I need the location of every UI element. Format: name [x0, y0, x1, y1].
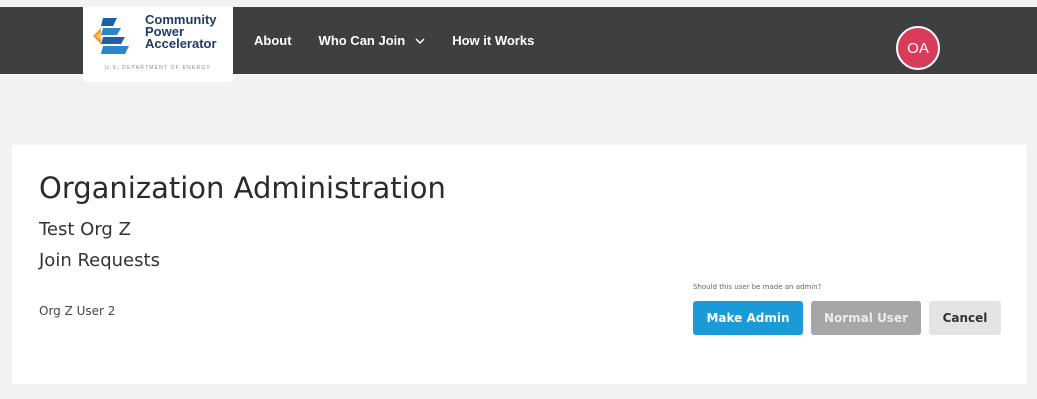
nav-who-can-join[interactable]: Who Can Join [319, 33, 426, 48]
join-requests-heading: Join Requests [39, 250, 160, 271]
top-navigation-bar: Community Power Accelerator U.S. DEPARTM… [0, 7, 1037, 82]
logo-line-3: Accelerator [145, 36, 217, 51]
make-admin-button[interactable]: Make Admin [693, 301, 803, 335]
admin-prompt: Should this user be made an admin? [693, 283, 822, 291]
main-nav: About Who Can Join How it Works [254, 33, 561, 48]
org-name: Test Org Z [39, 219, 131, 240]
logo-subtitle: U.S. DEPARTMENT OF ENERGY [105, 65, 211, 71]
logo-wordmark: Community Power Accelerator [145, 13, 217, 51]
page-title: Organization Administration [39, 171, 446, 205]
request-actions: Make Admin Normal User Cancel [693, 301, 1001, 335]
avatar-initials: OA [907, 39, 929, 57]
site-logo[interactable]: Community Power Accelerator U.S. DEPARTM… [83, 7, 233, 82]
nav-how-it-works-label: How it Works [452, 33, 535, 48]
nav-who-can-join-label: Who Can Join [318, 33, 406, 48]
nav-how-it-works[interactable]: How it Works [452, 33, 534, 48]
cancel-button[interactable]: Cancel [929, 301, 1001, 335]
org-admin-panel: Organization Administration Test Org Z J… [12, 145, 1027, 384]
request-user-name: Org Z User 2 [39, 304, 116, 318]
user-avatar[interactable]: OA [896, 26, 940, 70]
community-power-logo-icon [93, 18, 129, 54]
normal-user-button[interactable]: Normal User [811, 301, 921, 335]
nav-about[interactable]: About [254, 33, 292, 48]
nav-about-label: About [254, 33, 292, 48]
chevron-down-icon [415, 37, 425, 44]
